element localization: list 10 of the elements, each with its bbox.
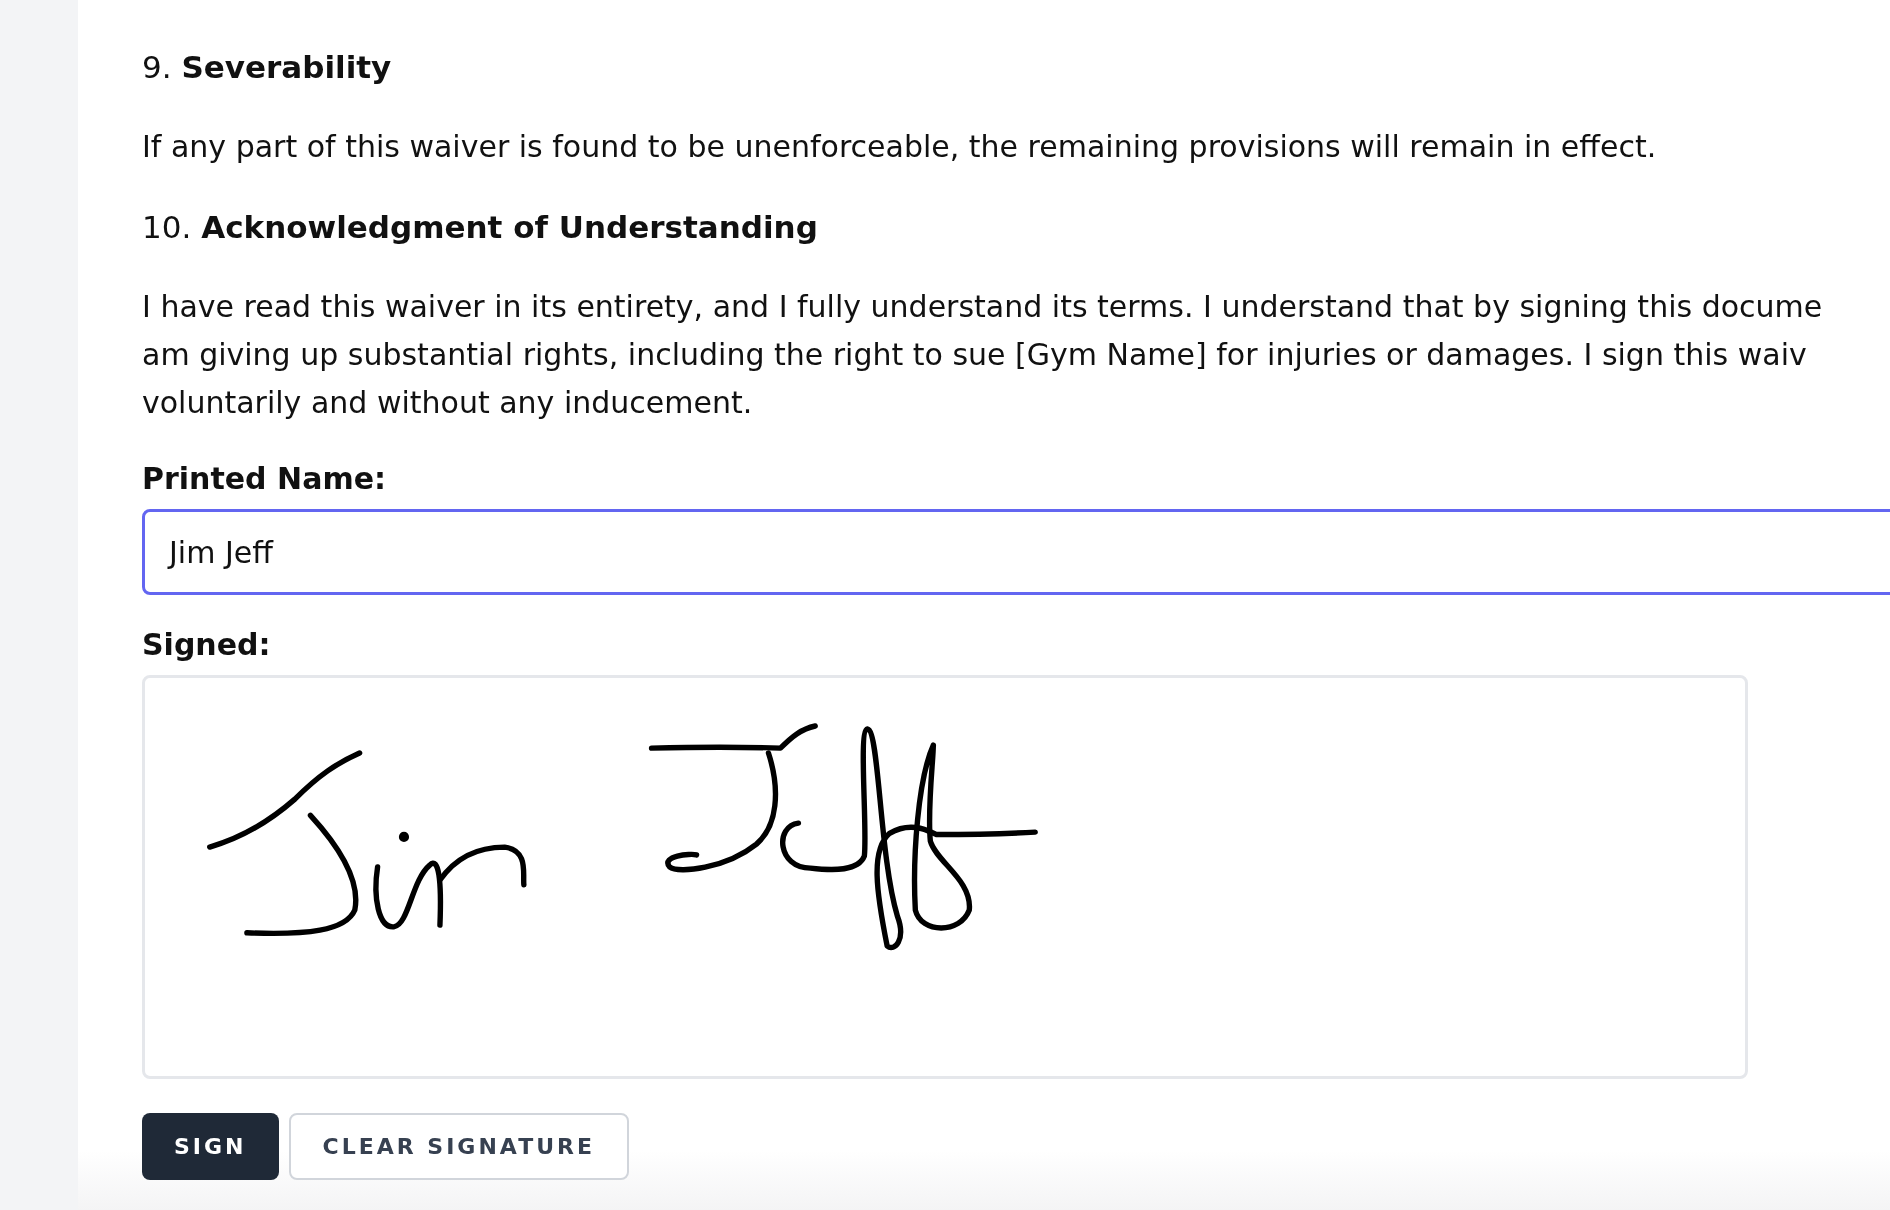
section-heading: 10. Acknowledgment of Understanding xyxy=(142,208,819,247)
field-label: Printed Name: xyxy=(142,460,386,498)
section-heading: 9. Severability xyxy=(142,48,393,87)
paragraph: If any part of this waiver is found to be unenforceable, the remaining provisions will remain in effect. xyxy=(142,128,1658,166)
signature-pad[interactable] xyxy=(142,675,1748,1079)
paragraph: I have read this waiver in its entirety, and I fully understand its terms. I understand that by signing this docume am giving up substantial rights, including the right to sue [Gym Name] for injuries or damages. I sign this waiv voluntarily and without any inducement. xyxy=(142,288,1824,422)
clear-signature-button[interactable]: CLEAR SIGNATURE xyxy=(288,1113,629,1180)
field-label: Signed: xyxy=(142,626,271,664)
sign-button[interactable]: SIGN xyxy=(142,1113,279,1180)
name-field[interactable]: Jim Jeff xyxy=(142,509,1890,595)
